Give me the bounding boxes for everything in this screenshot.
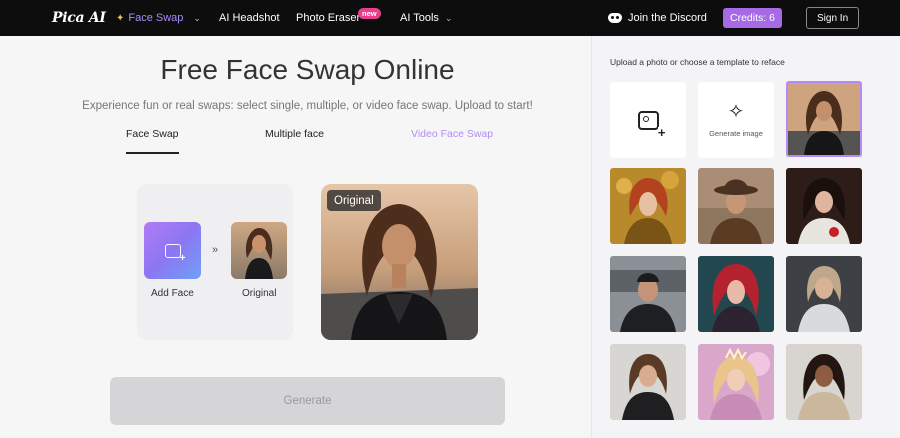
nav-photo-eraser[interactable]: Photo Eraser — [296, 0, 360, 36]
logo[interactable]: Pica AI — [52, 0, 106, 36]
credits-button[interactable]: Credits: 6 — [723, 8, 782, 28]
template-image — [786, 344, 862, 420]
sparkle-icon: ✧ — [727, 101, 745, 123]
upload-photo-tile[interactable] — [610, 82, 686, 158]
nav-face-swap-label: Face Swap — [128, 12, 184, 24]
preview-original-tag: Original — [327, 190, 381, 211]
generate-image-tile[interactable]: ✧ Generate image — [698, 82, 774, 158]
new-badge: new — [358, 8, 381, 19]
template-image — [786, 256, 862, 332]
nav-ai-tools-label: AI Tools — [400, 12, 439, 24]
template-image — [610, 256, 686, 332]
original-thumbnail[interactable] — [231, 222, 287, 279]
original-thumbnail-image — [231, 222, 287, 279]
template-tile[interactable] — [610, 168, 686, 244]
join-discord-link[interactable]: Join the Discord — [608, 0, 707, 36]
nav-face-swap[interactable]: ✦ Face Swap ⌄ — [116, 0, 201, 36]
generate-image-label: Generate image — [709, 129, 763, 138]
template-tile[interactable] — [610, 256, 686, 332]
generate-button[interactable]: Generate — [110, 377, 505, 425]
tab-face-swap[interactable]: Face Swap — [126, 128, 179, 140]
discord-label: Join the Discord — [628, 12, 707, 24]
original-label: Original — [242, 288, 277, 299]
sidebar-title: Upload a photo or choose a template to r… — [610, 57, 785, 67]
template-tile[interactable] — [698, 344, 774, 420]
nav-ai-tools[interactable]: AI Tools ⌄ — [400, 0, 452, 36]
top-nav: Pica AI ✦ Face Swap ⌄ AI Headshot Photo … — [0, 0, 900, 36]
main-panel: Free Face Swap Online Experience fun or … — [0, 36, 591, 438]
template-tile[interactable] — [698, 168, 774, 244]
add-face-button[interactable] — [144, 222, 201, 279]
template-sidebar: Upload a photo or choose a template to r… — [591, 36, 900, 438]
template-tile[interactable] — [786, 256, 862, 332]
template-tile[interactable] — [610, 344, 686, 420]
add-face-label: Add Face — [151, 288, 194, 299]
template-image — [610, 168, 686, 244]
template-tile-selected[interactable] — [786, 81, 862, 157]
template-image — [788, 83, 860, 155]
tab-multiple-face[interactable]: Multiple face — [265, 128, 324, 140]
arrow-separator: » — [212, 244, 219, 256]
nav-ai-headshot[interactable]: AI Headshot — [219, 0, 280, 36]
template-image — [698, 256, 774, 332]
template-image — [786, 168, 862, 244]
active-tab-underline — [126, 152, 179, 154]
page-title: Free Face Swap Online — [160, 54, 455, 85]
template-image — [610, 344, 686, 420]
sparkle-icon: ✦ — [116, 12, 125, 24]
sign-in-button[interactable]: Sign In — [806, 7, 860, 29]
chevron-down-icon: ⌄ — [444, 12, 453, 23]
discord-icon — [608, 13, 622, 23]
image-plus-icon — [637, 110, 666, 138]
template-tile[interactable] — [698, 256, 774, 332]
template-tile[interactable] — [786, 168, 862, 244]
template-tile[interactable] — [786, 344, 862, 420]
chevron-down-icon: ⌄ — [193, 12, 201, 23]
tab-video-face-swap[interactable]: Video Face Swap — [411, 128, 493, 140]
template-image — [698, 168, 774, 244]
template-image — [698, 344, 774, 420]
image-plus-icon — [164, 243, 185, 264]
page-subtitle: Experience fun or real swaps: select sin… — [82, 100, 533, 112]
